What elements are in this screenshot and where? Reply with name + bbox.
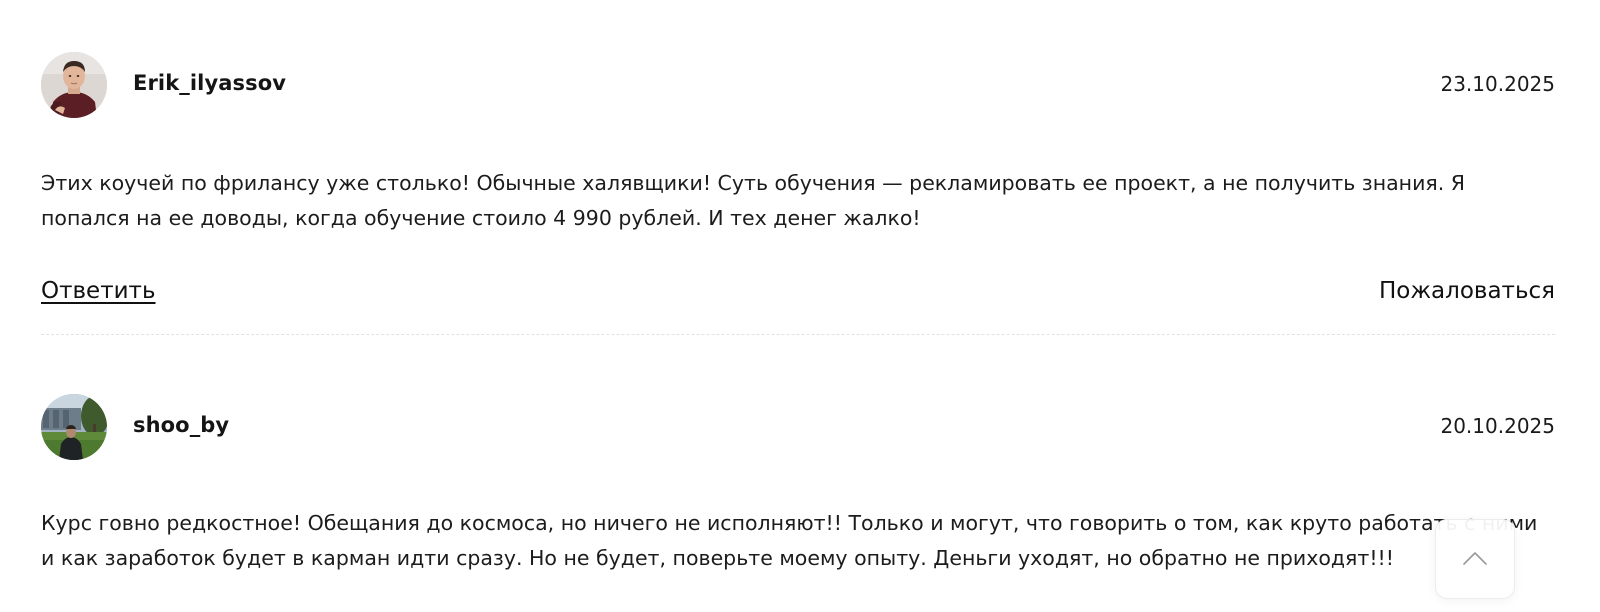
comment-date: 20.10.2025 <box>1440 414 1555 438</box>
avatar-photo <box>41 52 107 118</box>
comment-actions: Ответить Пожаловаться <box>41 278 1555 312</box>
comment-header: shoo_by 20.10.2025 <box>41 394 1555 460</box>
comment-item: shoo_by 20.10.2025 Курс говно редкостное… <box>41 336 1555 612</box>
avatar[interactable] <box>41 394 107 460</box>
avatar-photo <box>41 394 107 460</box>
comments-list: Erik_ilyassov 23.10.2025 Этих коучей по … <box>41 0 1555 612</box>
comment-text: Курс говно редкостное! Обещания до космо… <box>41 511 1538 570</box>
report-link[interactable]: Пожаловаться <box>1379 278 1555 304</box>
comment-author: shoo_by <box>133 413 230 437</box>
comment-text: Этих коучей по фрилансу уже столько! Обы… <box>41 171 1466 230</box>
scroll-to-top-button[interactable] <box>1435 519 1515 599</box>
comment-date: 23.10.2025 <box>1440 72 1555 96</box>
divider <box>41 334 1555 335</box>
chevron-up-icon <box>1463 552 1487 565</box>
reply-link[interactable]: Ответить <box>41 278 156 304</box>
comment-header: Erik_ilyassov 23.10.2025 <box>41 52 1555 118</box>
avatar[interactable] <box>41 52 107 118</box>
comment-item: Erik_ilyassov 23.10.2025 Этих коучей по … <box>41 0 1555 336</box>
comment-author: Erik_ilyassov <box>133 71 287 95</box>
